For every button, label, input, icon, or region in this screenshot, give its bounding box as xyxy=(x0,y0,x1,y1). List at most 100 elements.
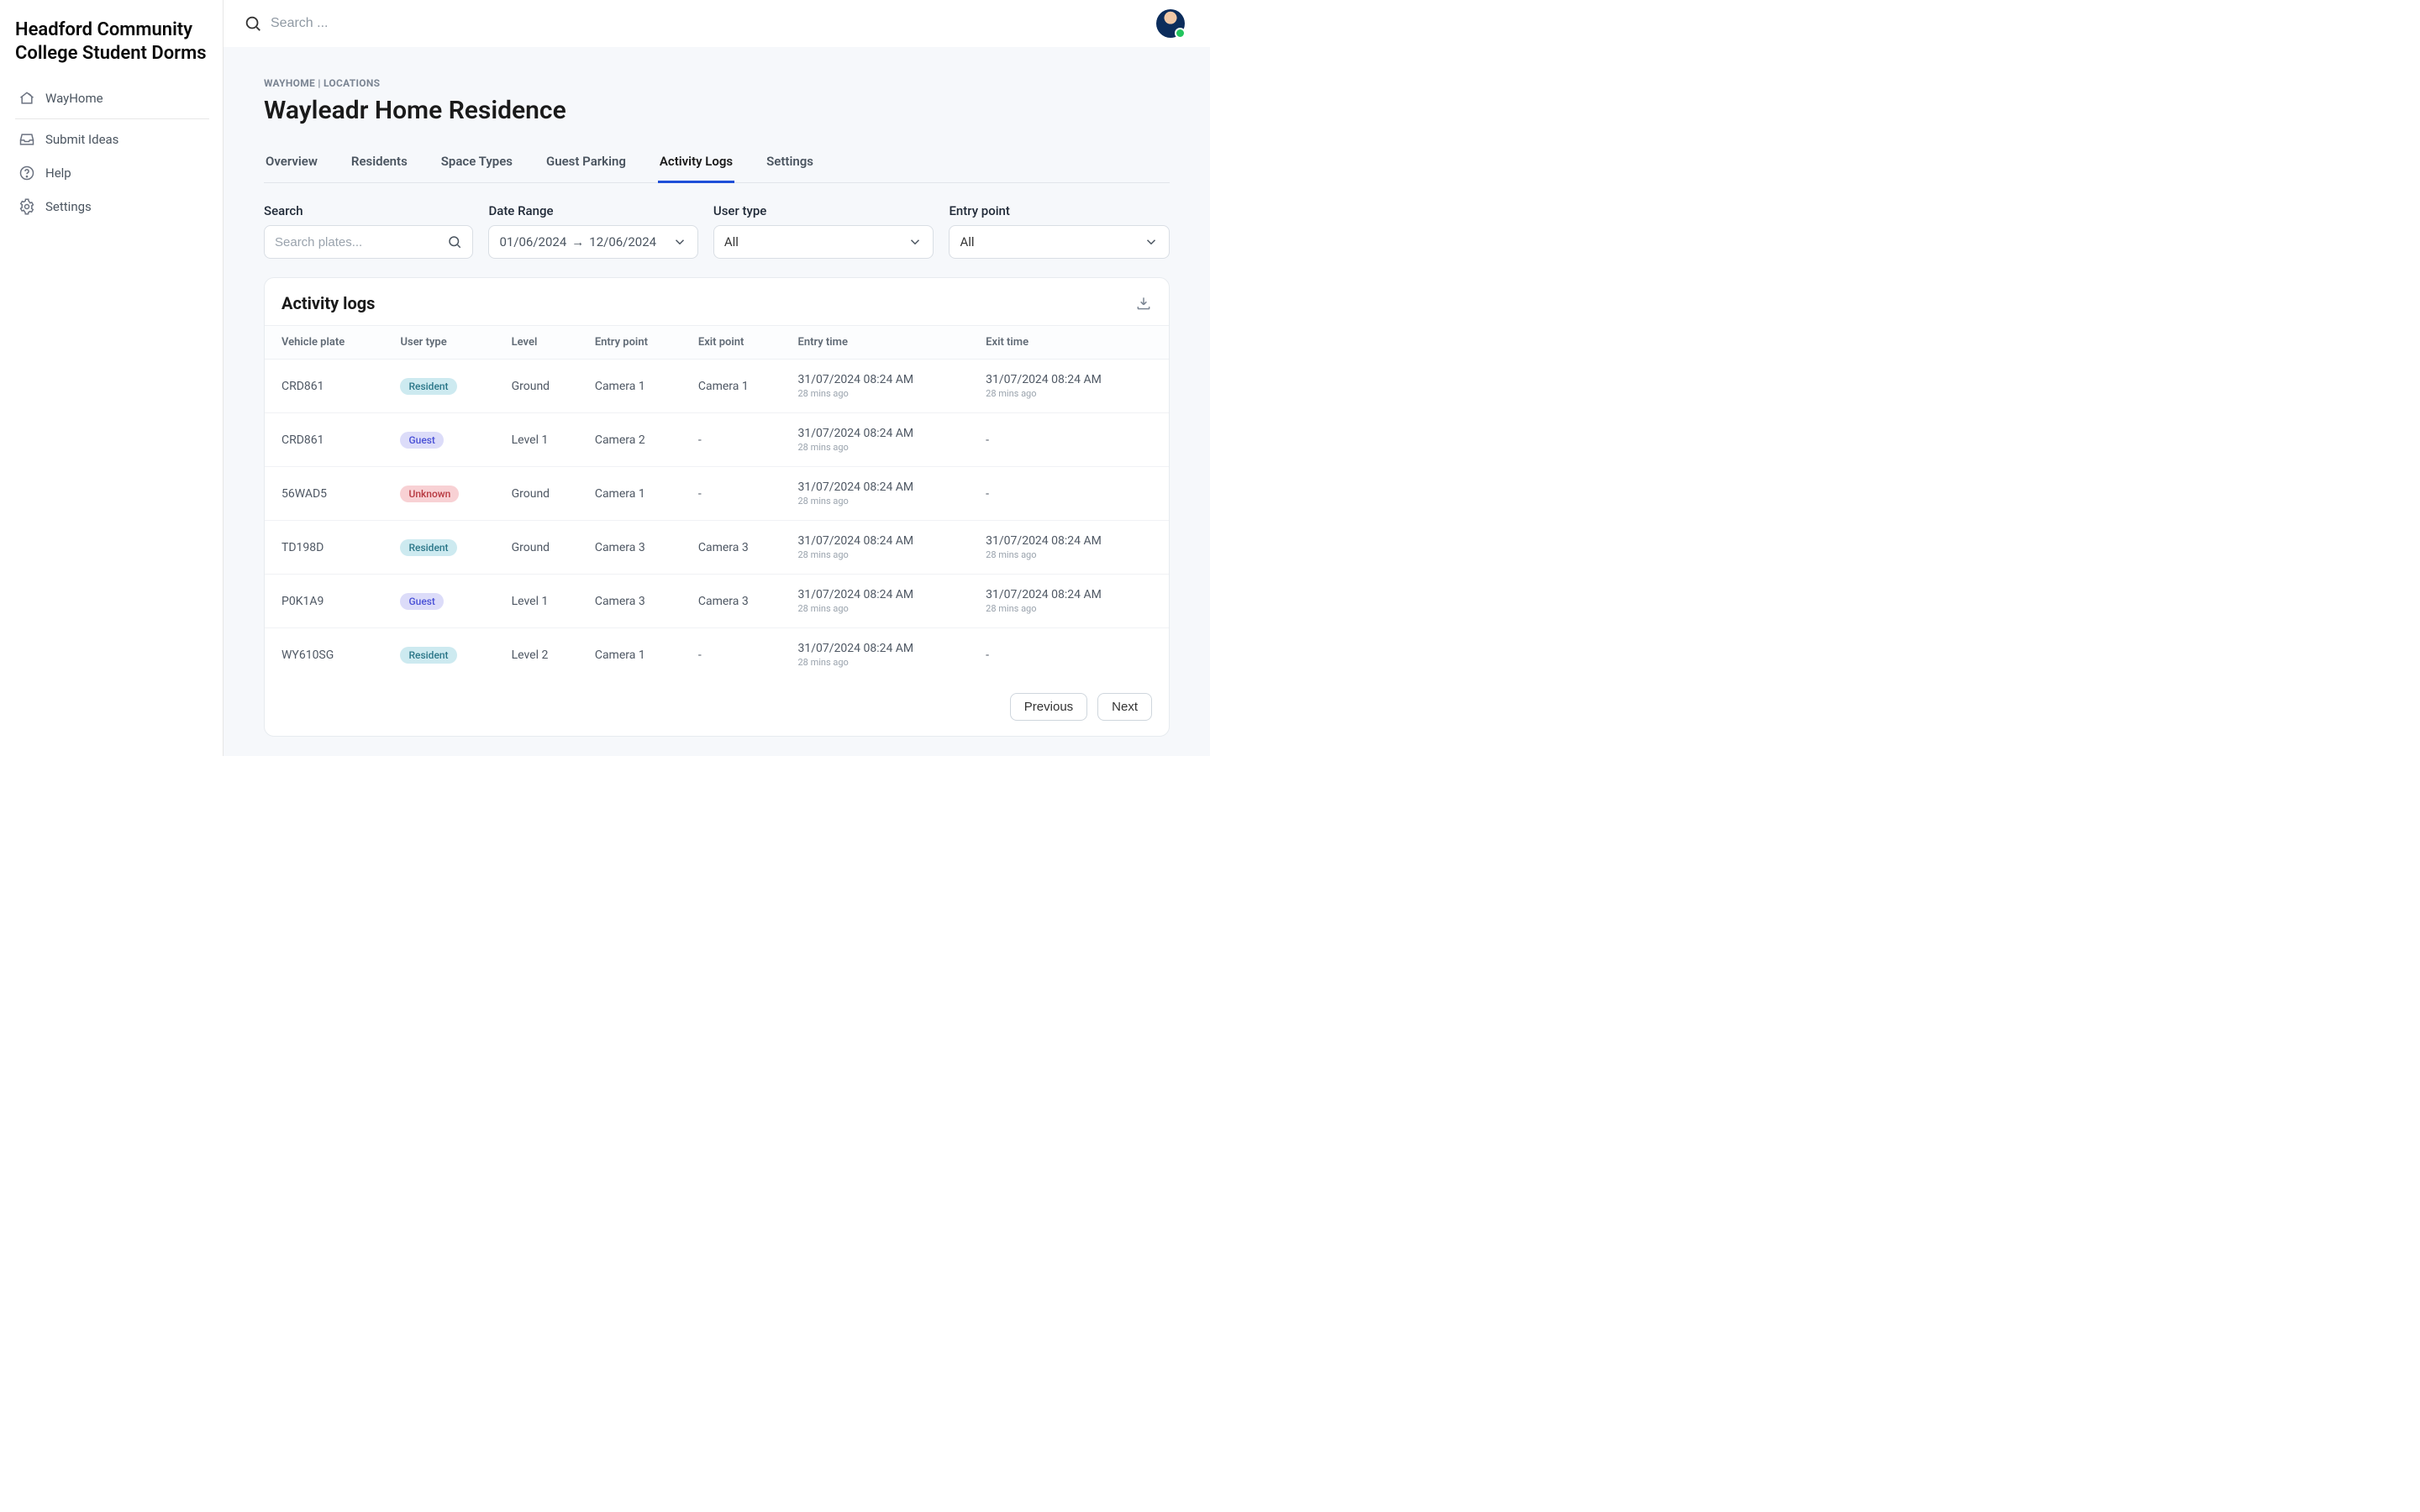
cell-entry-time: 31/07/2024 08:24 AM28 mins ago xyxy=(786,628,974,682)
table-row[interactable]: 56WAD5UnknownGroundCamera 1-31/07/2024 0… xyxy=(265,467,1169,521)
cell-level: Ground xyxy=(500,360,583,413)
user-type-badge: Guest xyxy=(400,432,443,449)
date-range-value: 01/06/2024 → 12/06/2024 xyxy=(499,234,656,249)
user-type-badge: Resident xyxy=(400,647,456,664)
filter-search: Search xyxy=(264,203,473,259)
cell-entry-point: Camera 1 xyxy=(583,628,687,682)
cell-plate: WY610SG xyxy=(265,628,388,682)
column-header: Exit time xyxy=(974,326,1169,360)
table-row[interactable]: P0K1A9GuestLevel 1Camera 3Camera 331/07/… xyxy=(265,575,1169,628)
previous-button[interactable]: Previous xyxy=(1010,693,1087,721)
filter-user-type: User type All xyxy=(713,203,934,259)
user-type-badge: Guest xyxy=(400,593,443,610)
cell-user-type: Resident xyxy=(388,521,499,575)
tab-guest-parking[interactable]: Guest Parking xyxy=(544,145,628,183)
table-row[interactable]: TD198DResidentGroundCamera 3Camera 331/0… xyxy=(265,521,1169,575)
filter-label: Date Range xyxy=(488,203,697,218)
main: WAYHOME | LOCATIONS Wayleadr Home Reside… xyxy=(224,0,1210,756)
cell-exit-time: - xyxy=(974,628,1169,682)
cell-exit-point: Camera 1 xyxy=(687,360,786,413)
cell-level: Ground xyxy=(500,521,583,575)
column-header: Exit point xyxy=(687,326,786,360)
cell-exit-time: - xyxy=(974,413,1169,467)
cell-plate: CRD861 xyxy=(265,413,388,467)
tab-settings[interactable]: Settings xyxy=(765,145,815,183)
sidebar-item-label: Settings xyxy=(45,199,92,214)
filter-entry-point: Entry point All xyxy=(949,203,1170,259)
column-header: User type xyxy=(388,326,499,360)
cell-entry-time: 31/07/2024 08:24 AM28 mins ago xyxy=(786,575,974,628)
table-row[interactable]: CRD861GuestLevel 1Camera 2-31/07/2024 08… xyxy=(265,413,1169,467)
entry-point-select[interactable]: All xyxy=(949,225,1170,259)
sidebar-item-wayhome[interactable]: WayHome xyxy=(15,81,209,115)
cell-exit-point: - xyxy=(687,413,786,467)
cell-exit-point: - xyxy=(687,467,786,521)
date-range-control[interactable]: 01/06/2024 → 12/06/2024 xyxy=(488,225,697,259)
cell-level: Level 1 xyxy=(500,575,583,628)
cell-entry-point: Camera 1 xyxy=(583,360,687,413)
gear-icon xyxy=(18,198,35,215)
tab-space-types[interactable]: Space Types xyxy=(439,145,514,183)
search-plates-input[interactable] xyxy=(275,235,447,249)
global-search[interactable] xyxy=(244,14,523,33)
tabs: Overview Residents Space Types Guest Parkin… xyxy=(264,145,1170,183)
user-type-badge: Unknown xyxy=(400,486,459,502)
tab-activity-logs[interactable]: Activity Logs xyxy=(658,145,734,183)
inbox-icon xyxy=(18,131,35,148)
user-type-badge: Resident xyxy=(400,378,456,395)
cell-exit-point: Camera 3 xyxy=(687,521,786,575)
cell-user-type: Guest xyxy=(388,575,499,628)
cell-user-type: Unknown xyxy=(388,467,499,521)
next-button[interactable]: Next xyxy=(1097,693,1152,721)
cell-exit-time: 31/07/2024 08:24 AM28 mins ago xyxy=(974,360,1169,413)
cell-level: Ground xyxy=(500,467,583,521)
chevron-down-icon xyxy=(908,234,923,249)
sidebar-item-settings[interactable]: Settings xyxy=(15,190,209,223)
cell-exit-point: Camera 3 xyxy=(687,575,786,628)
cell-plate: 56WAD5 xyxy=(265,467,388,521)
filter-label: User type xyxy=(713,203,934,218)
cell-entry-time: 31/07/2024 08:24 AM28 mins ago xyxy=(786,467,974,521)
cell-entry-point: Camera 1 xyxy=(583,467,687,521)
user-type-badge: Resident xyxy=(400,539,456,556)
cell-exit-time: - xyxy=(974,467,1169,521)
cell-entry-time: 31/07/2024 08:24 AM28 mins ago xyxy=(786,360,974,413)
cell-entry-point: Camera 3 xyxy=(583,521,687,575)
cell-level: Level 2 xyxy=(500,628,583,682)
cell-user-type: Guest xyxy=(388,413,499,467)
page-title: Wayleadr Home Residence xyxy=(264,96,1170,125)
avatar[interactable] xyxy=(1156,9,1185,38)
column-header: Entry time xyxy=(786,326,974,360)
sidebar-item-submit-ideas[interactable]: Submit Ideas xyxy=(15,123,209,156)
cell-plate: CRD861 xyxy=(265,360,388,413)
home-icon xyxy=(18,90,35,107)
column-header: Vehicle plate xyxy=(265,326,388,360)
activity-logs-card: Activity logs Vehicle plateUser typeLeve… xyxy=(264,277,1170,737)
cell-entry-time: 31/07/2024 08:24 AM28 mins ago xyxy=(786,521,974,575)
download-icon[interactable] xyxy=(1135,295,1152,312)
search-plates-control[interactable] xyxy=(264,225,473,259)
chevron-down-icon xyxy=(672,234,687,249)
cell-exit-time: 31/07/2024 08:24 AM28 mins ago xyxy=(974,575,1169,628)
cell-level: Level 1 xyxy=(500,413,583,467)
sidebar-title: Headford Community College Student Dorms xyxy=(15,18,209,65)
content: WAYHOME | LOCATIONS Wayleadr Home Reside… xyxy=(224,47,1210,756)
user-type-select[interactable]: All xyxy=(713,225,934,259)
tab-residents[interactable]: Residents xyxy=(350,145,409,183)
cell-entry-point: Camera 2 xyxy=(583,413,687,467)
search-input[interactable] xyxy=(271,16,523,31)
card-title: Activity logs xyxy=(281,293,375,313)
column-header: Level xyxy=(500,326,583,360)
cell-plate: P0K1A9 xyxy=(265,575,388,628)
tab-overview[interactable]: Overview xyxy=(264,145,319,183)
cell-exit-time: 31/07/2024 08:24 AM28 mins ago xyxy=(974,521,1169,575)
column-header: Entry point xyxy=(583,326,687,360)
activity-table: Vehicle plateUser typeLevelEntry pointEx… xyxy=(265,325,1169,681)
sidebar-item-help[interactable]: Help xyxy=(15,156,209,190)
filter-date-range: Date Range 01/06/2024 → 12/06/2024 xyxy=(488,203,697,259)
filter-label: Search xyxy=(264,203,473,218)
table-row[interactable]: WY610SG Resident Level 2Camera 1 -31/07/202… xyxy=(265,628,1169,682)
sidebar-item-label: Help xyxy=(45,165,71,181)
table-row[interactable]: CRD861ResidentGroundCamera 1Camera 131/0… xyxy=(265,360,1169,413)
filters: Search Date Range 01/06/2024 → xyxy=(264,203,1170,259)
